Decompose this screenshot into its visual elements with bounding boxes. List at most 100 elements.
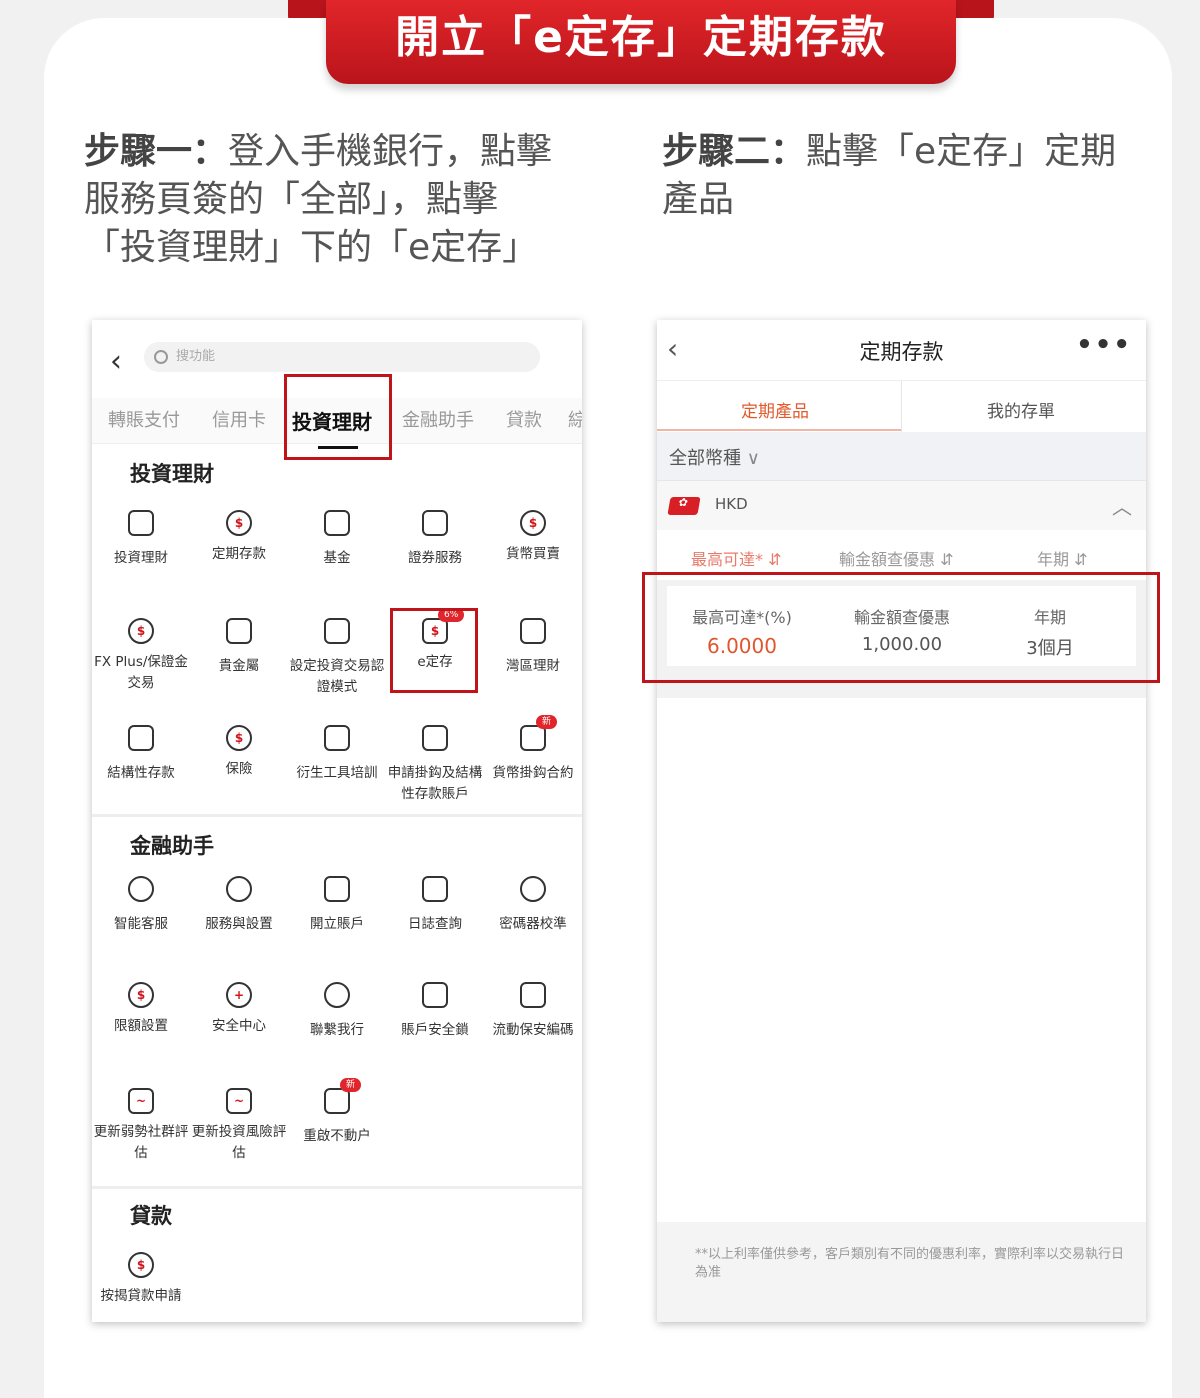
- tab-finance-assistant[interactable]: 金融助手: [402, 406, 474, 432]
- mortgage-icon: $: [128, 1252, 154, 1278]
- step-one-text: 步驟一：登入手機銀行，點擊服務頁簽的「全部」，點擊「投資理財」下的「e定存」: [84, 128, 554, 272]
- grid-item-label: 密碼器校準: [499, 916, 567, 932]
- grid-item[interactable]: 基金: [288, 510, 386, 569]
- grid-item-label: 投資理財: [114, 550, 168, 566]
- currency-code: HKD: [715, 495, 748, 513]
- phone-icon: [324, 982, 350, 1008]
- grid-item-label: 保險: [225, 761, 253, 777]
- grid-item-label: 衍生工具培訓: [296, 765, 378, 781]
- grid-item[interactable]: 密碼器校準: [484, 876, 582, 935]
- grid-item[interactable]: 賬戶安全鎖: [386, 982, 484, 1041]
- sort-icon: ⇵: [940, 550, 954, 569]
- grid-item[interactable]: 新重啟不動户: [288, 1078, 386, 1147]
- sort-icon: ⇵: [768, 550, 782, 569]
- grid-item-label: 日誌查詢: [408, 916, 462, 932]
- disclaimer-footnote: **以上利率僅供參考，客戶類別有不同的優惠利率，實際利率以交易執行日為准: [657, 1222, 1146, 1322]
- grid-item[interactable]: ~ 更新投資風險評估: [190, 1088, 288, 1164]
- currency-filter[interactable]: 全部幣種 ∨: [657, 432, 1146, 480]
- col-amount-text: 輸金額查優惠: [839, 550, 936, 569]
- col-rate-text: 最高可達*: [691, 550, 764, 569]
- grid-item[interactable]: 申請掛鈎及結構性存款賬戶: [386, 725, 484, 805]
- insurance-icon: $: [226, 725, 252, 751]
- keypad-icon: [520, 982, 546, 1008]
- app-header: ‹ 定期存款 •••: [657, 320, 1146, 380]
- chevron-up-icon[interactable]: ︿: [1112, 491, 1132, 520]
- grid-item[interactable]: ~ 更新弱勢社群評估: [92, 1088, 190, 1164]
- tab-loans[interactable]: 貸款: [506, 406, 542, 432]
- tab-more[interactable]: 綜: [568, 406, 582, 432]
- grid-item[interactable]: 證券服務: [386, 510, 484, 569]
- lock-icon: [422, 982, 448, 1008]
- grid-item[interactable]: 服務與設置: [190, 876, 288, 935]
- step-two-label: 步驟二：: [662, 131, 807, 172]
- step-two-text: 步驟二：點擊「e定存」定期產品: [662, 128, 1132, 224]
- currency-filter-label: 全部幣種: [669, 448, 741, 469]
- grid-item[interactable]: 流動保安編碼: [484, 982, 582, 1041]
- document-icon: [422, 725, 448, 751]
- grid-item[interactable]: $ 定期存款: [190, 510, 288, 565]
- grid-item[interactable]: 聯繫我行: [288, 982, 386, 1041]
- grid-item[interactable]: 貴金屬: [190, 618, 288, 677]
- grid-item-label: 賬戶安全鎖: [401, 1022, 469, 1038]
- grid-item-label: 智能客服: [114, 916, 168, 932]
- phone-screen-services: ‹ 搜功能 轉賬支付 信用卡 投資理財 金融助手 貸款 綜 投資理財 投資理財 $…: [92, 320, 582, 1322]
- tab-highlight-box: [284, 374, 392, 460]
- clipboard-icon: [324, 876, 350, 902]
- chart-icon: [324, 510, 350, 536]
- grid-item[interactable]: $ 按揭貸款申請: [92, 1252, 190, 1307]
- col-rate-header[interactable]: 最高可達* ⇵: [691, 546, 782, 570]
- grid-item-label: 申請掛鈎及結構性存款賬戶: [387, 765, 483, 802]
- grid-item-label: 限額設置: [114, 1018, 168, 1034]
- search-placeholder: 搜功能: [176, 349, 216, 364]
- more-options-icon[interactable]: •••: [1076, 330, 1132, 360]
- sort-icon: ⇵: [1074, 550, 1088, 569]
- grid-item[interactable]: $ 保險: [190, 725, 288, 780]
- grid-item[interactable]: + 安全中心: [190, 982, 288, 1037]
- search-input[interactable]: 搜功能: [144, 342, 540, 372]
- grid-item-label: 流動保安編碼: [492, 1022, 574, 1038]
- section-title-investment: 投資理財: [130, 462, 214, 486]
- page-title-banner: 開立「e定存」定期存款: [326, 0, 956, 84]
- e-deposit-highlight-box: [390, 608, 478, 693]
- timer-icon: $: [226, 510, 252, 536]
- grid-item[interactable]: 日誌查詢: [386, 876, 484, 935]
- grid-item[interactable]: $ 貨幣買賣: [484, 510, 582, 565]
- shield-dollar-icon: $: [128, 618, 154, 644]
- grid-item[interactable]: 智能客服: [92, 876, 190, 935]
- active-tab-underline: [657, 429, 901, 431]
- target-icon: [520, 876, 546, 902]
- phone-screen-fixed-deposit: ‹ 定期存款 ••• 定期產品 我的存單 全部幣種 ∨ HKD ︿ 最高可達* …: [657, 320, 1146, 1322]
- screen-title: 定期存款: [859, 340, 944, 364]
- risk-icon: ~: [226, 1088, 252, 1114]
- contract-icon: 新: [520, 715, 558, 751]
- grid-item-label: 貨幣買賣: [506, 546, 560, 562]
- tab-credit-card[interactable]: 信用卡: [212, 406, 266, 432]
- tab-transfer[interactable]: 轉賬支付: [108, 406, 180, 432]
- col-amount-header[interactable]: 輸金額查優惠 ⇵: [839, 546, 954, 570]
- back-arrow-icon[interactable]: ‹: [110, 344, 122, 379]
- grid-item[interactable]: 開立賬戶: [288, 876, 386, 935]
- gold-bars-icon: [226, 618, 252, 644]
- currency-group-header[interactable]: HKD ︿: [657, 480, 1146, 530]
- grid-item[interactable]: 結構性存款: [92, 725, 190, 784]
- grid-item-label: 聯繫我行: [310, 1022, 364, 1038]
- bay-icon: [520, 618, 546, 644]
- grid-item[interactable]: 設定投資交易認證模式: [288, 618, 386, 698]
- tab-products[interactable]: 定期產品: [741, 397, 809, 422]
- grid-item[interactable]: $ 限額設置: [92, 982, 190, 1037]
- grid-item[interactable]: 投資理財: [92, 510, 190, 569]
- grid-item-label: 更新投資風險評估: [191, 1124, 287, 1161]
- heart-shield-icon: ~: [128, 1088, 154, 1114]
- reactivate-icon: 新: [324, 1078, 362, 1114]
- grid-item-label: 貴金屬: [218, 658, 260, 674]
- grid-item-label: 開立賬戶: [310, 916, 364, 932]
- tab-my-deposits[interactable]: 我的存單: [987, 397, 1055, 422]
- grid-item[interactable]: $ FX Plus/保證金交易: [92, 618, 190, 694]
- grid-item-label: 更新弱勢社群評估: [93, 1124, 189, 1161]
- col-term-header[interactable]: 年期 ⇵: [1037, 546, 1088, 570]
- chevron-down-icon: ∨: [746, 448, 760, 469]
- grid-item[interactable]: 新貨幣掛鈎合約: [484, 715, 582, 784]
- grid-item[interactable]: 灣區理財: [484, 618, 582, 677]
- grid-item[interactable]: 衍生工具培訓: [288, 725, 386, 784]
- settings-card-icon: [324, 618, 350, 644]
